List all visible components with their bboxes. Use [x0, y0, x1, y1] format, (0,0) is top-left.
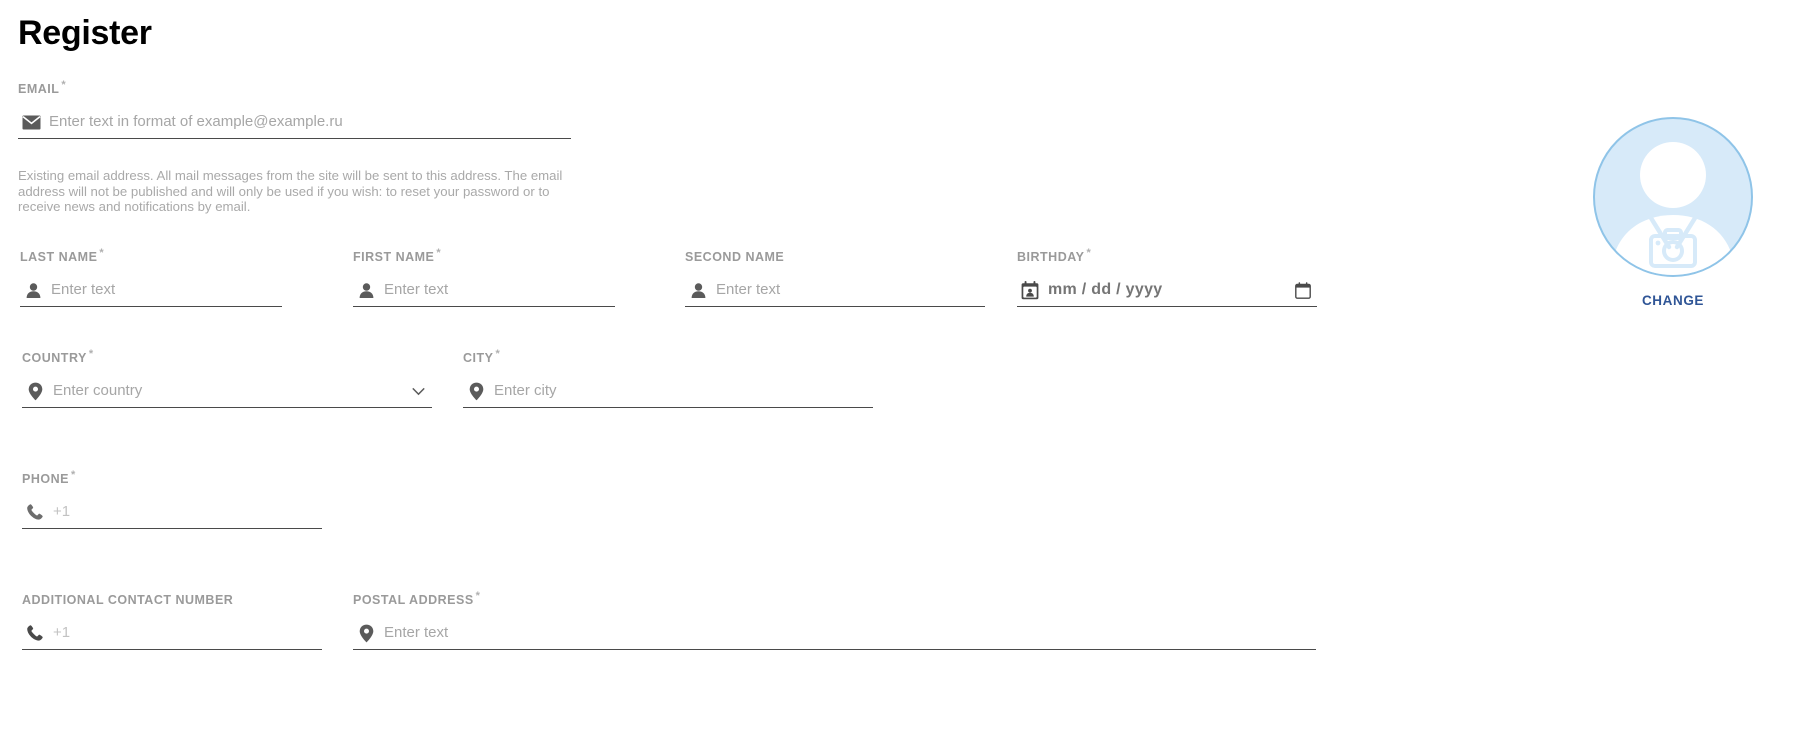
- field-label-additional-contact-number: ADDITIONAL CONTACT NUMBER: [22, 589, 322, 607]
- input-row-additional-contact-number[interactable]: [22, 617, 322, 651]
- phone-icon: [24, 623, 46, 643]
- field-label-city: CITY *: [463, 347, 873, 365]
- envelope-icon: [20, 112, 42, 132]
- field-label-phone-text: PHONE: [22, 472, 69, 487]
- input-row-postal-address[interactable]: [353, 617, 1316, 651]
- first-name-input[interactable]: [384, 277, 615, 304]
- person-icon: [355, 280, 377, 300]
- field-label-last-name-text: LAST NAME: [20, 250, 98, 265]
- last-name-input[interactable]: [51, 277, 282, 304]
- field-label-country: COUNTRY *: [22, 347, 432, 365]
- required-marker: *: [70, 469, 76, 481]
- input-row-phone[interactable]: [22, 496, 322, 530]
- required-marker: *: [475, 590, 481, 602]
- field-first-name: FIRST NAME *: [353, 246, 615, 308]
- additional-contact-number-input[interactable]: [53, 620, 322, 647]
- field-label-first-name-text: FIRST NAME: [353, 250, 435, 265]
- field-country: COUNTRY *: [22, 347, 432, 409]
- field-label-first-name: FIRST NAME *: [353, 246, 615, 264]
- input-row-first-name[interactable]: [353, 274, 615, 308]
- email-input[interactable]: [49, 109, 571, 136]
- field-label-city-text: CITY: [463, 351, 494, 366]
- person-icon: [687, 280, 709, 300]
- birthday-input[interactable]: [1048, 277, 1293, 304]
- location-pin-icon: [24, 381, 46, 401]
- page-title: Register: [18, 14, 152, 52]
- required-marker: *: [88, 348, 94, 360]
- field-label-email-text: EMAIL: [18, 82, 60, 97]
- field-second-name: SECOND NAME: [685, 246, 985, 308]
- country-input[interactable]: [53, 378, 408, 405]
- avatar-photo-placeholder-icon: [1611, 142, 1735, 275]
- required-marker: *: [99, 247, 105, 259]
- required-marker: *: [61, 79, 67, 91]
- avatar[interactable]: [1593, 117, 1753, 277]
- field-label-postal-address-text: POSTAL ADDRESS: [353, 593, 474, 608]
- location-pin-icon: [465, 381, 487, 401]
- field-label-country-text: COUNTRY: [22, 351, 87, 366]
- postal-address-input[interactable]: [384, 620, 1316, 647]
- field-email: EMAIL *: [18, 78, 571, 140]
- chevron-down-icon[interactable]: [408, 387, 428, 396]
- field-city: CITY *: [463, 347, 873, 409]
- second-name-input[interactable]: [716, 277, 985, 304]
- field-label-birthday: BIRTHDAY *: [1017, 246, 1317, 264]
- calendar-picker-icon[interactable]: [1293, 281, 1313, 299]
- input-row-second-name[interactable]: [685, 274, 985, 308]
- field-label-second-name: SECOND NAME: [685, 246, 985, 264]
- change-avatar-button[interactable]: CHANGE: [1592, 293, 1754, 308]
- calendar-badge-icon: [1019, 280, 1041, 300]
- input-row-last-name[interactable]: [20, 274, 282, 308]
- field-label-postal-address: POSTAL ADDRESS *: [353, 589, 1316, 607]
- field-phone: PHONE *: [22, 468, 322, 530]
- city-input[interactable]: [494, 378, 873, 405]
- field-label-additional-contact-number-text: ADDITIONAL CONTACT NUMBER: [22, 593, 234, 608]
- person-icon: [22, 280, 44, 300]
- field-label-last-name: LAST NAME *: [20, 246, 282, 264]
- input-row-country[interactable]: [22, 375, 432, 409]
- register-page: Register EMAIL* Existing email address. …: [0, 0, 1795, 734]
- field-last-name: LAST NAME *: [20, 246, 282, 308]
- phone-input[interactable]: [53, 499, 322, 526]
- field-postal-address: POSTAL ADDRESS *: [353, 589, 1316, 651]
- input-row-city[interactable]: [463, 375, 873, 409]
- required-marker: *: [495, 348, 501, 360]
- field-label-email: EMAIL *: [18, 78, 571, 96]
- field-label-birthday-text: BIRTHDAY: [1017, 250, 1085, 265]
- email-help-text: Existing email address. All mail message…: [18, 168, 563, 214]
- field-label-phone: PHONE *: [22, 468, 322, 486]
- input-row-birthday[interactable]: [1017, 274, 1317, 308]
- field-additional-contact-number: ADDITIONAL CONTACT NUMBER: [22, 589, 322, 651]
- phone-icon: [24, 502, 46, 522]
- avatar-block: CHANGE: [1592, 117, 1754, 308]
- required-marker: *: [1086, 247, 1092, 259]
- input-row-email[interactable]: [18, 106, 571, 140]
- field-birthday: BIRTHDAY *: [1017, 246, 1317, 308]
- field-label-second-name-text: SECOND NAME: [685, 250, 785, 265]
- location-pin-icon: [355, 623, 377, 643]
- required-marker: *: [436, 247, 442, 259]
